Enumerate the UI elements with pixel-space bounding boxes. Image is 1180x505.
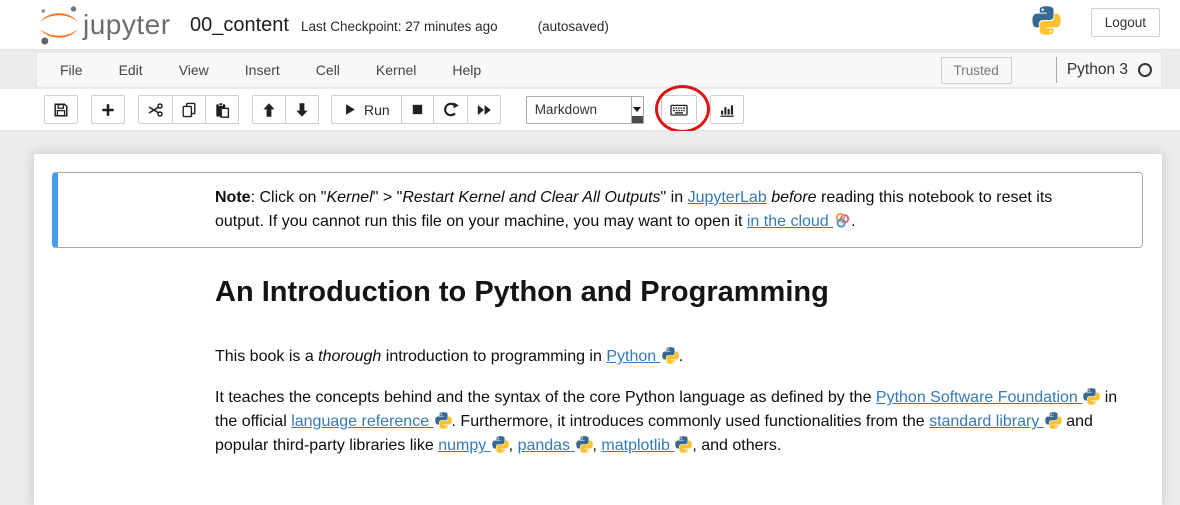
kernel-name: Python 3 bbox=[1067, 61, 1128, 79]
select-arrow-icon bbox=[631, 97, 643, 123]
bar-chart-button[interactable] bbox=[710, 95, 744, 124]
restart-run-all-button[interactable] bbox=[467, 95, 501, 124]
description-paragraph: It teaches the concepts behind and the s… bbox=[215, 386, 1137, 458]
menu-item-help[interactable]: Help bbox=[434, 53, 499, 87]
menu-item-cell[interactable]: Cell bbox=[298, 53, 358, 87]
stop-icon bbox=[410, 102, 425, 117]
markdown-cell[interactable]: An Introduction to Python and Programmin… bbox=[215, 276, 1137, 475]
arrow-down-icon bbox=[294, 102, 310, 118]
jupyter-notebook-page: { "header": { "brand": "jupyter", "title… bbox=[0, 0, 1180, 505]
jupyter-wordmark: jupyter bbox=[83, 9, 171, 41]
save-button[interactable] bbox=[44, 95, 78, 124]
move-cell-up-button[interactable] bbox=[252, 95, 286, 124]
notebook-area: Note: Click on "Kernel" > "Restart Kerne… bbox=[0, 131, 1180, 505]
paste-icon bbox=[214, 102, 230, 118]
content-link[interactable]: Python Software Foundation bbox=[876, 389, 1100, 406]
copy-cell-button[interactable] bbox=[172, 95, 206, 124]
python-icon bbox=[662, 347, 679, 364]
menu-item-insert[interactable]: Insert bbox=[227, 53, 298, 87]
note-callout: Note: Click on "Kernel" > "Restart Kerne… bbox=[52, 172, 1143, 248]
paste-cell-button[interactable] bbox=[205, 95, 239, 124]
restart-icon bbox=[442, 101, 459, 118]
jupyter-logo-icon bbox=[38, 3, 80, 47]
checkpoint-status: Last Checkpoint: 27 minutes ago bbox=[301, 19, 498, 34]
trusted-button[interactable]: Trusted bbox=[941, 57, 1012, 84]
content-link[interactable]: in the cloud bbox=[747, 213, 851, 230]
page-title: An Introduction to Python and Programmin… bbox=[215, 276, 1137, 309]
toolbar: Run Markdown bbox=[0, 89, 1180, 131]
fast-forward-icon bbox=[476, 102, 492, 118]
save-icon bbox=[53, 102, 69, 118]
menubar: FileEditViewInsertCellKernelHelp Trusted… bbox=[36, 52, 1162, 88]
menu-item-edit[interactable]: Edit bbox=[101, 53, 161, 87]
content-link[interactable]: language reference bbox=[291, 413, 451, 430]
cut-icon bbox=[147, 102, 164, 118]
intro-paragraph: This book is a thorough introduction to … bbox=[215, 345, 1137, 369]
notebook-container[interactable]: Note: Click on "Kernel" > "Restart Kerne… bbox=[34, 154, 1162, 505]
copy-icon bbox=[181, 102, 197, 118]
menu-item-view[interactable]: View bbox=[161, 53, 227, 87]
content-link[interactable]: matplotlib bbox=[601, 437, 692, 454]
keyboard-icon bbox=[670, 102, 688, 118]
content-link[interactable]: standard library bbox=[929, 413, 1062, 430]
logout-button[interactable]: Logout bbox=[1091, 8, 1160, 37]
plus-icon bbox=[100, 102, 116, 118]
run-label: Run bbox=[364, 102, 390, 118]
kernel-divider bbox=[1056, 57, 1057, 83]
python-icon bbox=[576, 436, 593, 453]
kernel-idle-icon bbox=[1137, 62, 1153, 78]
arrow-up-icon bbox=[261, 102, 277, 118]
content-link[interactable]: pandas bbox=[518, 437, 593, 454]
insert-cell-button[interactable] bbox=[91, 95, 125, 124]
content-link[interactable]: Python bbox=[606, 348, 678, 365]
python-logo-icon bbox=[1032, 6, 1061, 35]
menu-item-file[interactable]: File bbox=[42, 53, 101, 87]
python-icon bbox=[675, 436, 692, 453]
notebook-title-row: 00_content Last Checkpoint: 27 minutes a… bbox=[190, 0, 609, 50]
python-icon bbox=[435, 412, 452, 429]
bar-chart-icon bbox=[719, 102, 735, 118]
binder-icon bbox=[834, 212, 851, 229]
play-icon bbox=[343, 102, 357, 117]
command-palette-button[interactable] bbox=[661, 95, 697, 124]
restart-kernel-button[interactable] bbox=[433, 95, 468, 124]
move-cell-down-button[interactable] bbox=[285, 95, 319, 124]
cell-type-value: Markdown bbox=[527, 97, 631, 123]
python-icon bbox=[1045, 412, 1062, 429]
menu-item-kernel[interactable]: Kernel bbox=[358, 53, 434, 87]
cut-cell-button[interactable] bbox=[138, 95, 173, 124]
python-icon bbox=[1083, 388, 1100, 405]
autosave-status: (autosaved) bbox=[538, 19, 609, 34]
jupyter-brand[interactable]: jupyter bbox=[38, 3, 171, 47]
notebook-title[interactable]: 00_content bbox=[190, 0, 289, 50]
cell-type-select[interactable]: Markdown bbox=[526, 96, 644, 124]
run-cell-button[interactable]: Run bbox=[331, 95, 402, 124]
header-bar: jupyter 00_content Last Checkpoint: 27 m… bbox=[0, 0, 1180, 50]
python-icon bbox=[492, 436, 509, 453]
menubar-right: Trusted Python 3 bbox=[941, 53, 1155, 87]
interrupt-kernel-button[interactable] bbox=[401, 95, 434, 124]
content-link[interactable]: numpy bbox=[438, 437, 508, 454]
content-link[interactable]: JupyterLab bbox=[688, 189, 767, 206]
